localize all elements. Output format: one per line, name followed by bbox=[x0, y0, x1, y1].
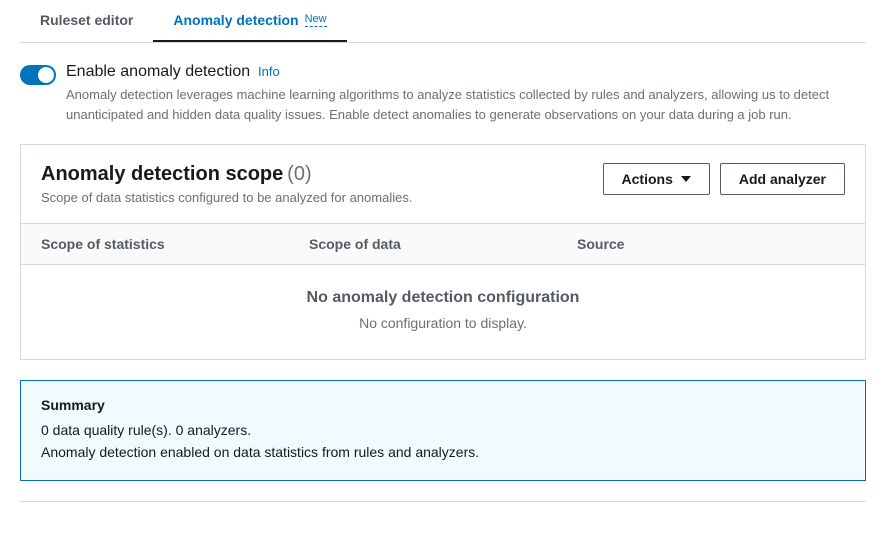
empty-description: No configuration to display. bbox=[41, 315, 845, 331]
add-analyzer-button[interactable]: Add analyzer bbox=[720, 163, 845, 195]
summary-panel: Summary 0 data quality rule(s). 0 analyz… bbox=[20, 380, 866, 481]
new-badge: New bbox=[305, 13, 327, 27]
actions-label: Actions bbox=[622, 171, 673, 187]
scope-title: Anomaly detection scope bbox=[41, 163, 283, 185]
scope-title-wrap: Anomaly detection scope (0) Scope of dat… bbox=[41, 163, 603, 205]
column-source: Source bbox=[577, 236, 845, 252]
bottom-divider bbox=[20, 501, 866, 502]
enable-text-block: Enable anomaly detection Info Anomaly de… bbox=[66, 63, 866, 124]
tabs-container: Ruleset editor Anomaly detection New bbox=[20, 0, 866, 43]
add-analyzer-label: Add analyzer bbox=[739, 171, 826, 187]
enable-toggle[interactable] bbox=[20, 65, 56, 85]
tab-label: Ruleset editor bbox=[40, 12, 133, 28]
enable-title: Enable anomaly detection bbox=[66, 63, 250, 80]
table-header: Scope of statistics Scope of data Source bbox=[21, 223, 865, 265]
tab-ruleset-editor[interactable]: Ruleset editor bbox=[20, 0, 153, 42]
enable-section: Enable anomaly detection Info Anomaly de… bbox=[20, 63, 866, 124]
summary-line-1: 0 data quality rule(s). 0 analyzers. bbox=[41, 419, 845, 441]
tab-anomaly-detection[interactable]: Anomaly detection New bbox=[153, 0, 346, 42]
scope-subtitle: Scope of data statistics configured to b… bbox=[41, 190, 603, 205]
scope-panel: Anomaly detection scope (0) Scope of dat… bbox=[20, 144, 866, 360]
summary-title: Summary bbox=[41, 397, 845, 413]
column-scope-stats: Scope of statistics bbox=[41, 236, 309, 252]
scope-count: (0) bbox=[287, 163, 311, 185]
empty-title: No anomaly detection configuration bbox=[41, 289, 845, 307]
actions-button[interactable]: Actions bbox=[603, 163, 710, 195]
tab-label: Anomaly detection bbox=[173, 12, 298, 28]
scope-header: Anomaly detection scope (0) Scope of dat… bbox=[21, 145, 865, 223]
scope-actions: Actions Add analyzer bbox=[603, 163, 845, 195]
toggle-knob bbox=[38, 67, 54, 83]
column-scope-data: Scope of data bbox=[309, 236, 577, 252]
enable-description: Anomaly detection leverages machine lear… bbox=[66, 85, 866, 124]
empty-state: No anomaly detection configuration No co… bbox=[21, 265, 865, 359]
info-link[interactable]: Info bbox=[258, 64, 280, 79]
chevron-down-icon bbox=[681, 176, 691, 182]
summary-line-2: Anomaly detection enabled on data statis… bbox=[41, 441, 845, 463]
